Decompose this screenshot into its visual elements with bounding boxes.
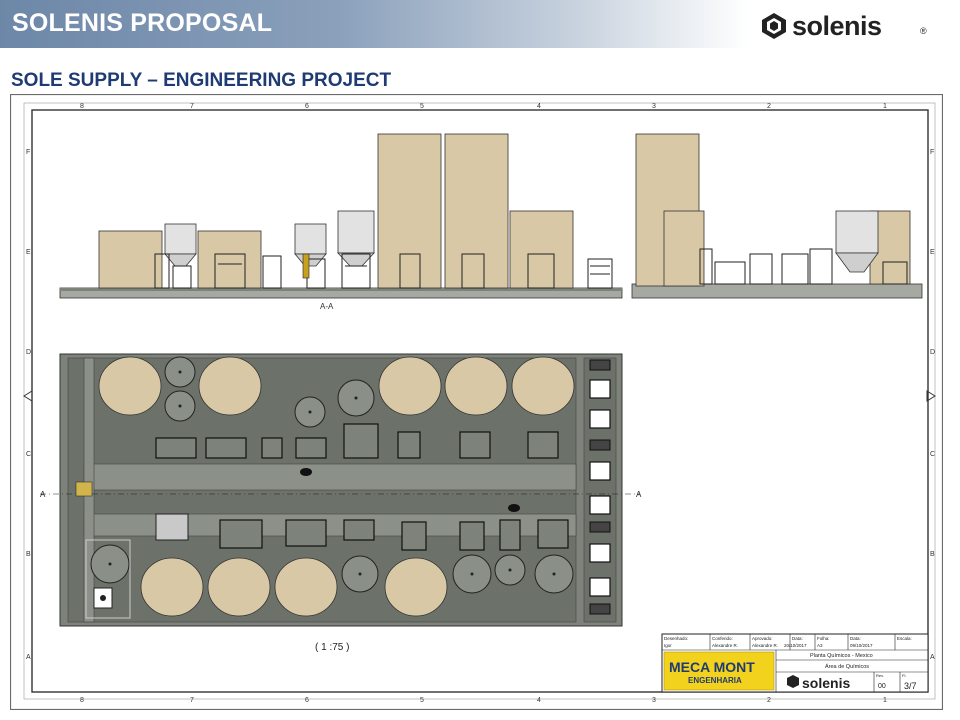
title-block-value: 20/10/2017 <box>784 643 807 648</box>
plan-tank <box>384 557 448 617</box>
registered-mark: ® <box>920 26 927 36</box>
grid-label-side-e-right: E <box>930 249 935 256</box>
grid-label-side-a: A <box>26 654 31 661</box>
title-block-area: Área de Químicos <box>825 663 869 670</box>
sheet-label: Fl. <box>902 673 906 678</box>
sheet-value: 3/7 <box>904 681 917 691</box>
title-block-header: Data: <box>792 636 803 641</box>
title-block-project: Planta Químicos - Mexico <box>810 653 873 659</box>
title-block-value: 09/10/2017 <box>850 643 873 648</box>
grid-label-side-a-right: A <box>930 654 935 661</box>
grid-label-top-7: 7 <box>190 103 194 110</box>
plan-tote <box>589 495 611 515</box>
grid-label-side-f-right: F <box>930 149 934 156</box>
title-block-value: Alexandre R. <box>752 643 778 648</box>
elevation-tank <box>509 210 574 289</box>
engineering-drawing: 8 7 6 5 4 3 2 1 8 7 6 5 4 3 2 1 F E D C … <box>10 94 943 710</box>
plan-tank <box>140 557 204 617</box>
plan-tank <box>198 356 262 416</box>
grid-label-top-2: 2 <box>767 103 771 110</box>
rev-value: 00 <box>878 683 886 690</box>
grid-label-bottom-4: 4 <box>537 697 541 704</box>
grid-label-top-3: 3 <box>652 103 656 110</box>
section-marker-left: A <box>40 490 46 499</box>
title-block-header: Conferido: <box>712 636 733 641</box>
plan-tote <box>589 543 611 563</box>
elevation-tank <box>377 133 442 289</box>
plan-tank <box>274 557 338 617</box>
grid-label-side-d-right: D <box>930 349 935 356</box>
proposal-title: SOLENIS PROPOSAL <box>12 9 273 37</box>
solenis-logo-text: solenis <box>792 11 882 41</box>
grid-label-bottom-6: 6 <box>305 697 309 704</box>
grid-label-top-6: 6 <box>305 103 309 110</box>
title-block-value: Igor <box>664 643 672 648</box>
grid-label-side-f: F <box>26 149 30 156</box>
plan-tank <box>511 356 575 416</box>
title-block-solenis-text: solenis <box>802 675 850 691</box>
title-block-header: Data: <box>850 636 861 641</box>
grid-label-bottom-2: 2 <box>767 697 771 704</box>
grid-label-side-b: B <box>26 551 31 558</box>
elevation-silo <box>294 223 327 255</box>
plan-tank <box>444 356 508 416</box>
grid-label-bottom-5: 5 <box>420 697 424 704</box>
grid-label-side-d: D <box>26 349 31 356</box>
elevation-tank <box>444 133 509 289</box>
elevation-silo <box>835 210 879 254</box>
title-block-header: Aprovado: <box>752 636 773 641</box>
meca-mont-name: MECA MONT <box>669 659 755 675</box>
elevation-silo <box>337 210 375 254</box>
worker-figure <box>302 253 310 279</box>
title-block-header: Folha: <box>817 636 830 641</box>
title-block-value: A3 <box>817 643 823 648</box>
plan-tank <box>378 356 442 416</box>
grid-label-bottom-1: 1 <box>883 697 887 704</box>
rev-label: Rev. <box>876 673 884 678</box>
solenis-mark-icon <box>762 13 786 39</box>
grid-label-bottom-3: 3 <box>652 697 656 704</box>
plan-tank <box>98 356 162 416</box>
plan-tote <box>589 461 611 481</box>
elevation-tank <box>98 230 163 289</box>
elevation-tank <box>197 230 262 289</box>
title-block-header: Escala: <box>897 636 912 641</box>
grid-label-top-8: 8 <box>80 103 84 110</box>
grid-label-side-c: C <box>26 451 31 458</box>
scale-label: ( 1 :75 ) <box>315 642 349 653</box>
grid-label-top-5: 5 <box>420 103 424 110</box>
grid-label-side-e: E <box>26 249 31 256</box>
grid-label-side-c-right: C <box>930 451 935 458</box>
plan-tote <box>589 379 611 399</box>
plan-tote <box>589 577 611 597</box>
grid-label-bottom-8: 8 <box>80 697 84 704</box>
section-marker-right: A <box>636 490 642 499</box>
plan-view: A A (1:75) <box>40 353 642 653</box>
grid-label-top-1: 1 <box>883 103 887 110</box>
solenis-logo: solenis ® <box>760 11 930 42</box>
title-block-header: Desenhado: <box>664 636 688 641</box>
title-block-value: Alexandre R. <box>712 643 738 648</box>
section-label: A-A <box>320 302 334 311</box>
elevation-silo <box>164 223 197 255</box>
grid-label-side-b-right: B <box>930 551 935 558</box>
grid-label-bottom-7: 7 <box>190 697 194 704</box>
title-block: Desenhado: Conferido: Aprovado: Data: Fo… <box>661 633 929 693</box>
grid-label-top-4: 4 <box>537 103 541 110</box>
slide-subtitle: SOLE SUPPLY – ENGINEERING PROJECT <box>11 70 392 91</box>
plan-tank <box>207 557 271 617</box>
elevation-tank <box>663 210 705 287</box>
plan-tote <box>589 409 611 429</box>
meca-mont-subtitle: ENGENHARIA <box>688 676 742 685</box>
